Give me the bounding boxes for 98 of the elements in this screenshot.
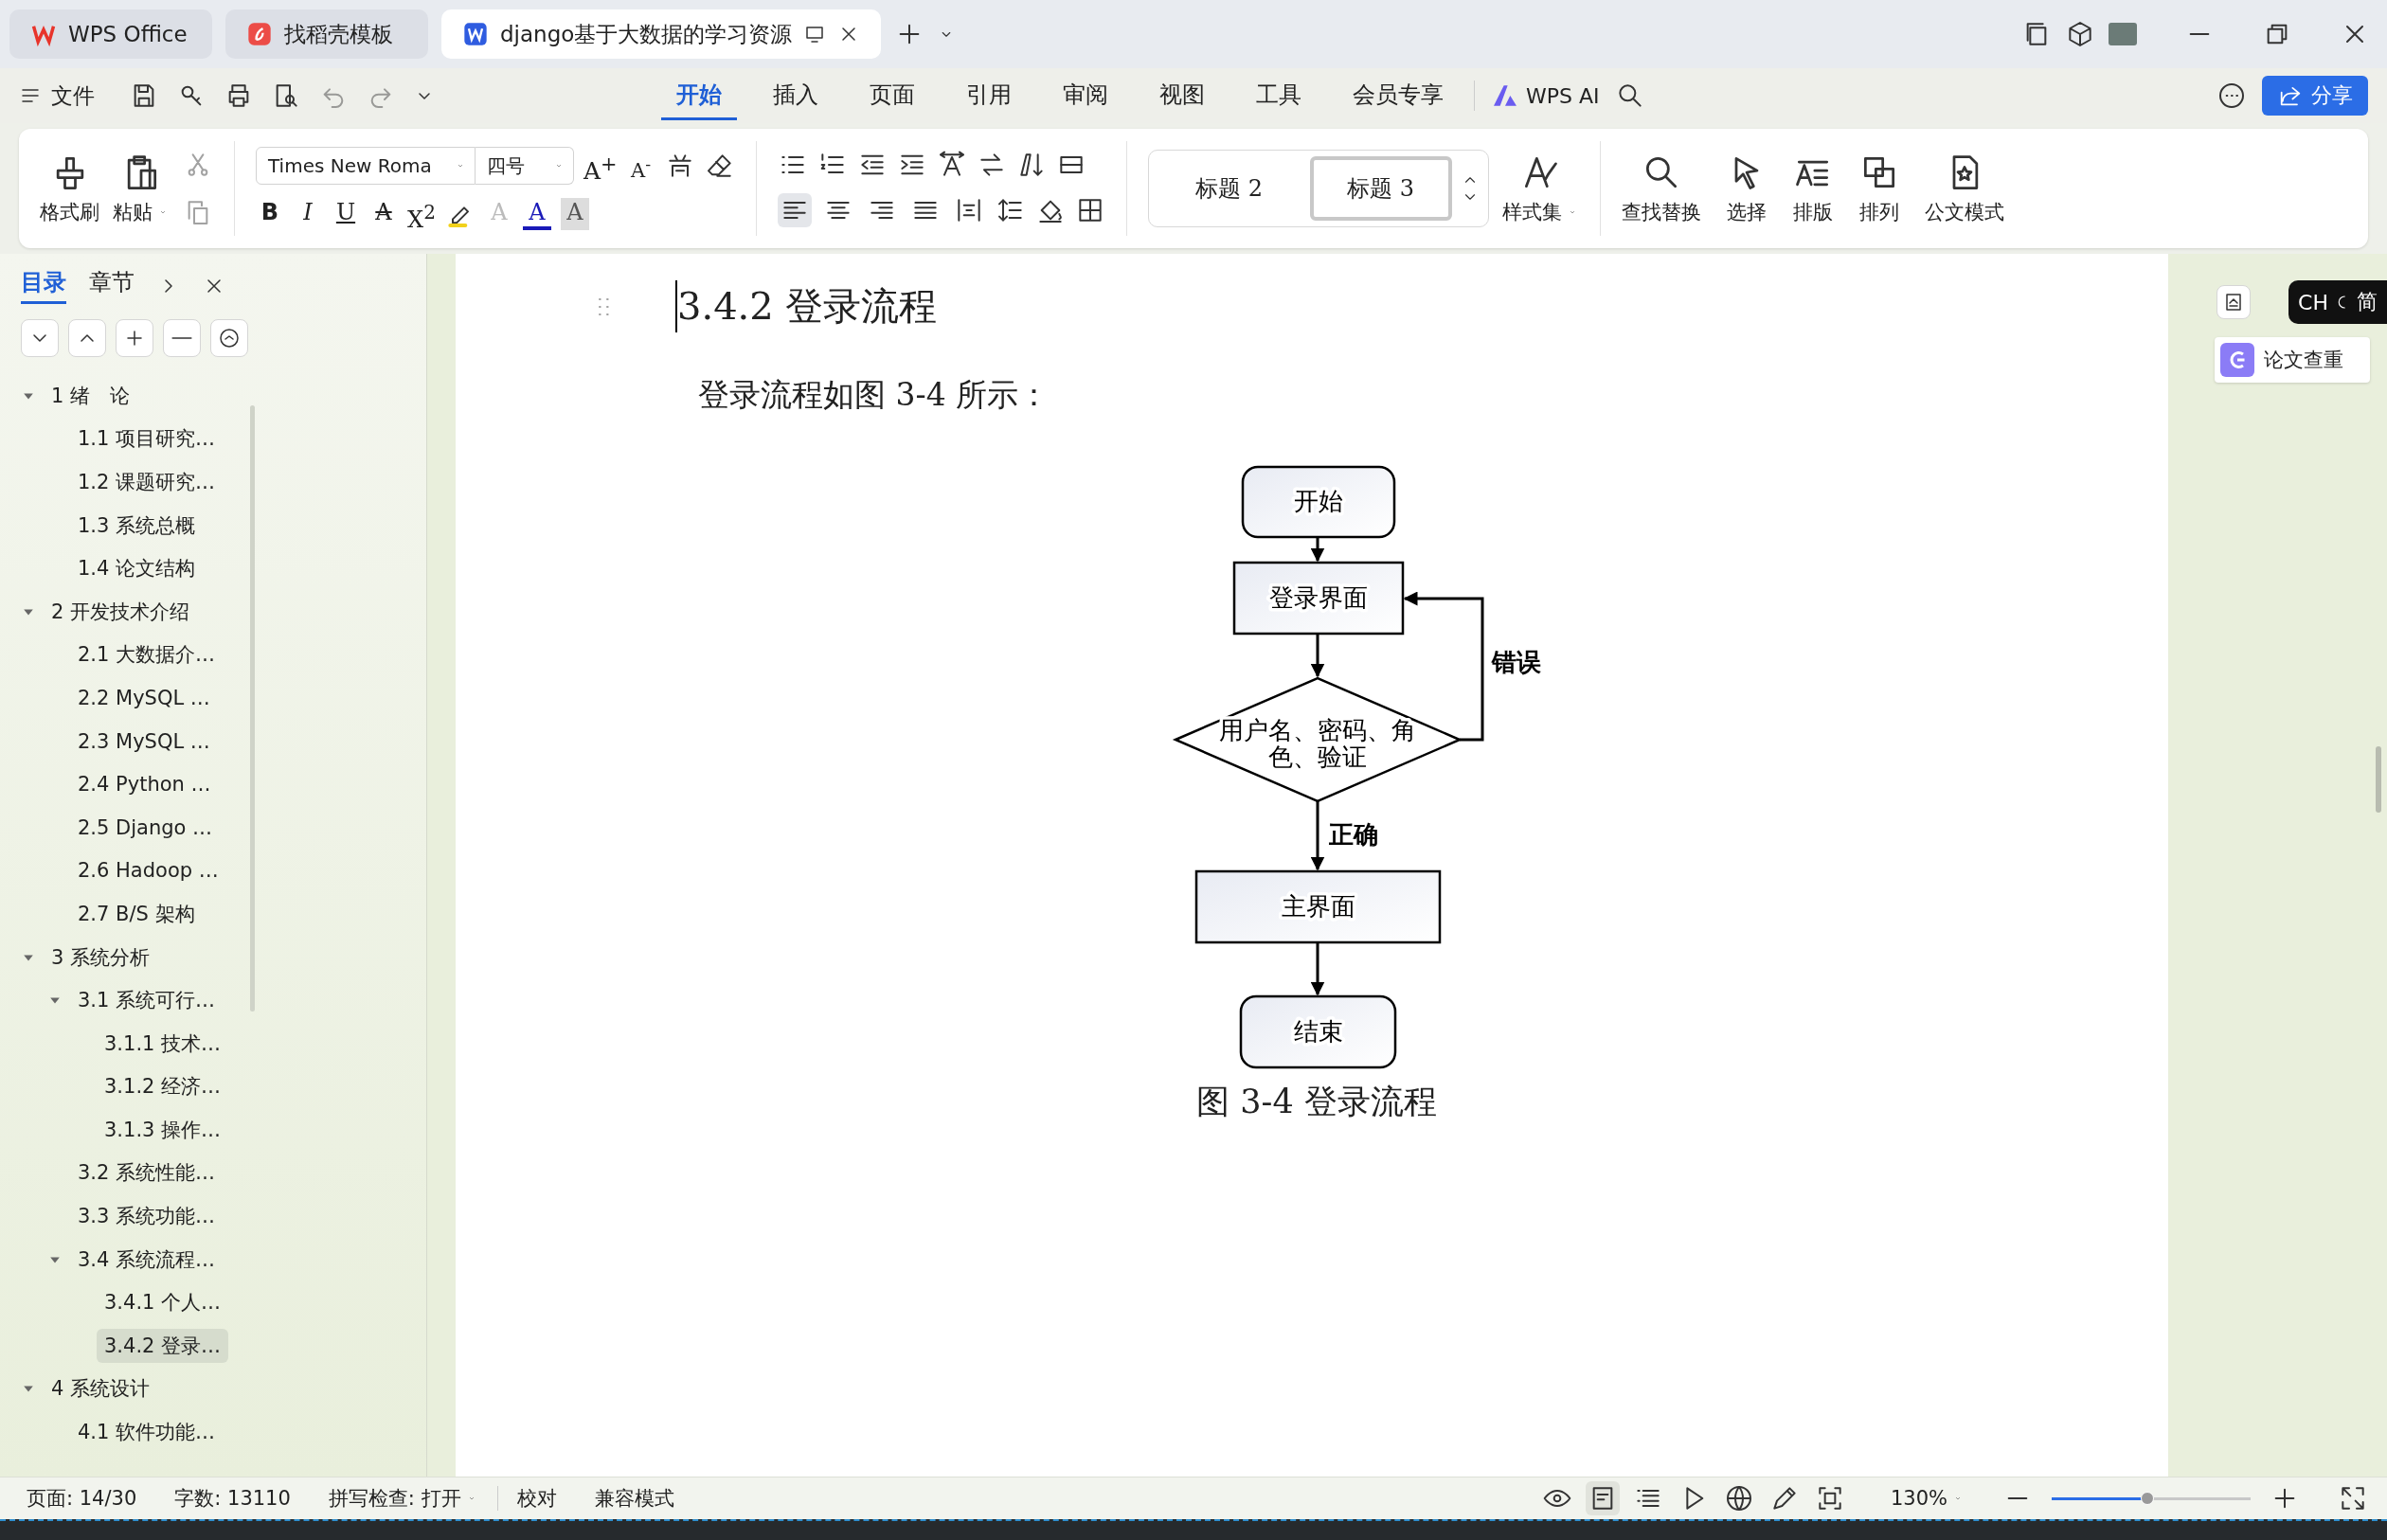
font-style-button[interactable]: B xyxy=(256,198,284,230)
flow-arrow xyxy=(1310,634,1325,678)
font-style-button[interactable]: I xyxy=(294,198,322,230)
spell-check-toggle[interactable]: 拼写检查: 打开 xyxy=(328,1485,478,1512)
ribbon-tab[interactable]: 工具 xyxy=(1241,71,1317,120)
input-language: CH xyxy=(2298,290,2328,314)
ribbon-tab[interactable]: 插入 xyxy=(758,71,834,120)
wps-ai-button[interactable]: WPS AI xyxy=(1490,81,1600,111)
outline-item[interactable]: 1 绪 论 xyxy=(44,378,138,413)
document-tab[interactable]: 找稻壳模板 xyxy=(225,9,428,59)
outline-item[interactable]: 1.2 课题研究… xyxy=(70,465,224,499)
page-view-button[interactable] xyxy=(1585,1481,1620,1515)
outline-item[interactable]: 3.1 系统可行… xyxy=(70,983,224,1018)
outline-item[interactable]: 4 系统设计 xyxy=(44,1371,158,1406)
edge-label: 正确 xyxy=(1329,820,1378,849)
template-logo-icon xyxy=(246,21,273,47)
plagiarism-check-button[interactable]: 论文查重 xyxy=(2215,337,2370,383)
chevron-up-button[interactable] xyxy=(68,319,106,357)
font-style-button[interactable]: A xyxy=(369,198,398,230)
outline-item[interactable]: 3.1.1 技术… xyxy=(97,1026,229,1061)
font-style-button[interactable]: U xyxy=(332,198,360,230)
outline-item[interactable]: 1.4 论文结构 xyxy=(70,551,204,586)
official-tool-button[interactable]: 公文模式 xyxy=(1924,152,2004,225)
compatibility-mode: 兼容模式 xyxy=(594,1486,674,1512)
font-size-field[interactable]: 四号 xyxy=(476,147,574,185)
search-tool-button[interactable]: 查找替换 xyxy=(1621,152,1701,225)
select-tool-button[interactable]: 选择 xyxy=(1725,152,1768,225)
font-size-button[interactable]: A$^{-}$ xyxy=(626,150,655,182)
format-painter-button[interactable]: 格式刷 xyxy=(40,152,99,225)
navigation-tab[interactable]: 章节 xyxy=(89,267,135,304)
font-style-button[interactable]: X$^{2}$ xyxy=(407,198,436,230)
layout-tool-button[interactable]: 排版 xyxy=(1791,152,1834,225)
document-tab[interactable]: WPS Office xyxy=(9,9,212,59)
font-size-button[interactable]: A$^{+}$ xyxy=(583,150,618,182)
file-menu[interactable]: 文件 xyxy=(19,81,95,111)
terminal-node: 结束 xyxy=(1239,994,1397,1069)
font-style-button[interactable]: A xyxy=(561,198,589,230)
outline-item[interactable]: 1.3 系统总概 xyxy=(70,508,204,543)
figure-caption: 图 3-4 登录流程 xyxy=(1196,1082,1437,1122)
collapse-panel-button[interactable] xyxy=(2216,285,2252,319)
check-logo-icon xyxy=(2220,343,2254,377)
outline-item[interactable]: 3.4.2 登录… xyxy=(97,1328,229,1363)
ribbon-tab[interactable]: 视图 xyxy=(1144,71,1220,120)
proofread-button[interactable]: 校对 xyxy=(516,1485,557,1512)
outline-item[interactable]: 2.7 B/S 架构 xyxy=(70,896,203,931)
flow-arrow xyxy=(1310,942,1325,996)
more-icon[interactable] xyxy=(2216,81,2247,111)
paste-button[interactable]: 粘贴 xyxy=(113,152,170,225)
outline-item[interactable]: 3.1.2 经济… xyxy=(97,1069,229,1104)
document-tab[interactable]: django基于大数据的学习资源 xyxy=(441,9,882,59)
edge-label: 错误 xyxy=(1492,648,1541,676)
flow-arrow xyxy=(1310,537,1325,563)
font-style-button[interactable]: A xyxy=(523,198,551,230)
process-node: 登录界面 xyxy=(1232,561,1405,636)
minus-button[interactable] xyxy=(163,319,201,357)
ribbon-tab[interactable]: 开始 xyxy=(661,71,737,120)
minus-icon xyxy=(171,336,192,340)
align-left-button[interactable] xyxy=(777,193,812,227)
outline-item[interactable]: 2.5 Django … xyxy=(70,812,221,843)
font-name-field[interactable]: Times New Roma xyxy=(256,147,476,185)
chevron-down-button[interactable] xyxy=(21,319,59,357)
outline-item[interactable]: 4.1 软件功能… xyxy=(70,1415,224,1450)
outline-item[interactable]: 2.2 MySQL … xyxy=(70,682,218,713)
terminal-node: 开始 xyxy=(1241,465,1396,539)
word-count[interactable]: 字数: 13110 xyxy=(174,1485,291,1512)
writer-logo-icon xyxy=(462,21,489,47)
zoom-level-dropdown[interactable]: 130% xyxy=(1890,1487,1965,1510)
page-count[interactable]: 页面: 14/30 xyxy=(27,1485,137,1512)
input-mode: 简 xyxy=(2357,289,2378,315)
navigation-tab[interactable]: 目录 xyxy=(21,267,66,304)
outline-item[interactable]: 3 系统分析 xyxy=(44,940,158,975)
body-paragraph: 登录流程如图 3-4 所示： xyxy=(698,375,1050,415)
outline-item[interactable]: 3.4 系统流程… xyxy=(70,1242,224,1277)
ribbon-tab[interactable]: 页面 xyxy=(854,71,930,120)
outline-item[interactable]: 3.1.3 操作… xyxy=(97,1112,229,1147)
style-set-button[interactable]: 样式集 xyxy=(1501,152,1579,225)
outline-item[interactable]: 1.1 项目研究… xyxy=(70,421,224,457)
outline-item[interactable]: 3.3 系统功能… xyxy=(70,1199,224,1234)
process-node: 主界面 xyxy=(1194,869,1442,944)
plus-button[interactable] xyxy=(116,319,153,357)
input-method-indicator[interactable]: CH 简 xyxy=(2288,280,2387,324)
arrange-tool-button[interactable]: 排列 xyxy=(1858,152,1900,225)
outline-item[interactable]: 2.6 Hadoop … xyxy=(70,855,226,886)
outline-item[interactable]: 2 开发技术介绍 xyxy=(44,594,198,629)
outline-item[interactable]: 3.2 系统性能… xyxy=(70,1155,224,1191)
outline-item[interactable]: 2.1 大数据介… xyxy=(70,637,224,672)
section-heading: 3.4.2 登录流程 xyxy=(675,280,938,332)
collapse-button[interactable] xyxy=(210,319,248,357)
ribbon-tab[interactable]: 引用 xyxy=(951,71,1027,120)
share-button[interactable]: 分享 xyxy=(2262,76,2368,116)
heading-style[interactable]: 标题 2 xyxy=(1158,156,1301,221)
outline-item[interactable]: 2.4 Python … xyxy=(70,769,219,800)
outline-item[interactable]: 2.3 MySQL … xyxy=(70,725,218,757)
outline-item[interactable]: 3.4.1 个人… xyxy=(97,1285,229,1320)
collapse-icon xyxy=(218,327,241,349)
ribbon-tab[interactable]: 会员专享 xyxy=(1337,71,1459,120)
heading-style[interactable]: 标题 3 xyxy=(1309,156,1452,221)
ribbon-tab[interactable]: 审阅 xyxy=(1048,71,1123,120)
